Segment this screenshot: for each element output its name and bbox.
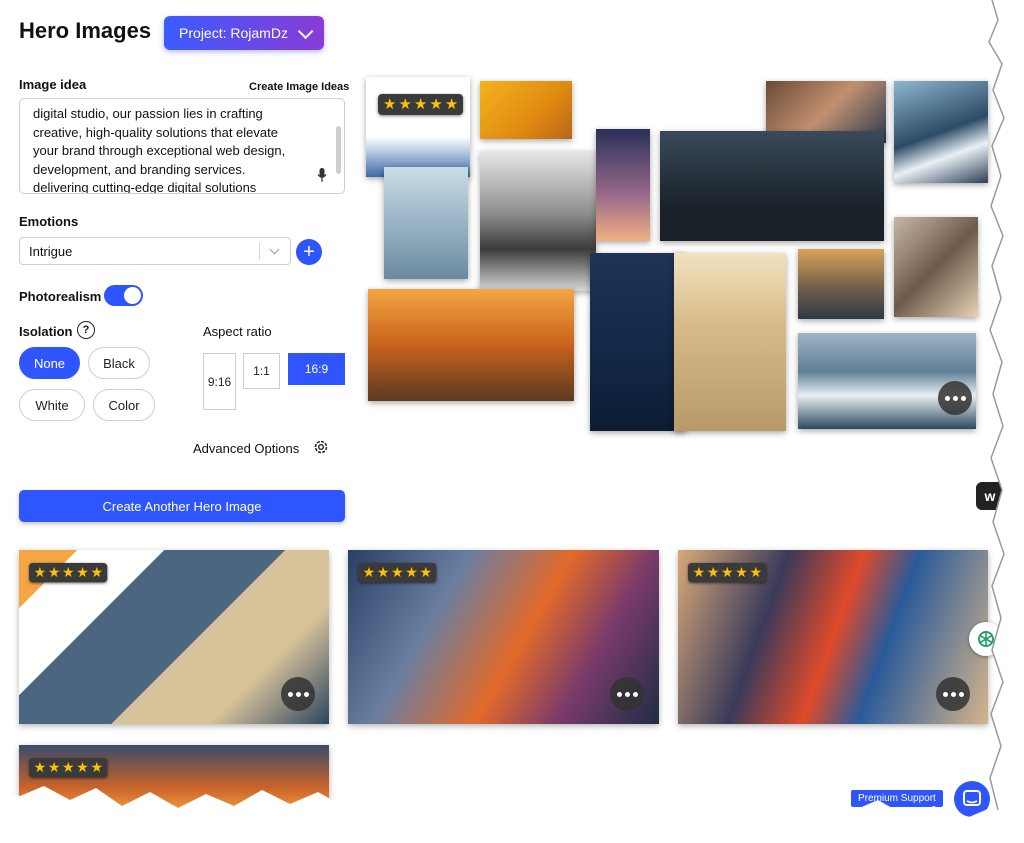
page-title: Hero Images bbox=[19, 18, 152, 43]
more-options-button[interactable] bbox=[610, 677, 644, 711]
mic-icon[interactable] bbox=[317, 168, 327, 182]
star-icon: ★ bbox=[391, 564, 404, 581]
isolation-label: Isolation bbox=[19, 324, 73, 339]
star-icon: ★ bbox=[749, 564, 762, 581]
more-options-button[interactable] bbox=[936, 677, 970, 711]
isolation-color-button[interactable]: Color bbox=[93, 389, 155, 421]
rating-badge: ★ ★ ★ ★ ★ bbox=[688, 563, 767, 583]
collage-tile-sunset bbox=[596, 129, 650, 241]
chat-icon bbox=[963, 790, 981, 806]
rating-badge: ★ ★ ★ ★ ★ bbox=[29, 758, 108, 778]
chatgpt-glyph bbox=[978, 631, 994, 647]
star-icon: ★ bbox=[429, 96, 443, 113]
chevron-down-icon bbox=[269, 244, 280, 255]
add-emotion-button[interactable]: + bbox=[296, 239, 322, 265]
isolation-white-button[interactable]: White bbox=[19, 389, 85, 421]
star-icon: ★ bbox=[33, 564, 46, 581]
isolation-none-button[interactable]: None bbox=[19, 347, 80, 379]
star-icon: ★ bbox=[33, 759, 46, 776]
result-card-drone[interactable]: ★ ★ ★ ★ ★ bbox=[19, 745, 329, 815]
plus-icon: + bbox=[303, 241, 315, 263]
rating-badge: ★ ★ ★ ★ ★ bbox=[29, 563, 108, 583]
textarea-line: development, and branding services. bbox=[33, 161, 246, 177]
aspect-ratio-label: Aspect ratio bbox=[203, 324, 272, 339]
textarea-scrollbar[interactable] bbox=[336, 126, 341, 174]
chevron-down-icon bbox=[297, 23, 314, 39]
project-selector-button[interactable]: Project: RojamDz bbox=[164, 16, 324, 50]
collage-tile-ship bbox=[660, 131, 884, 241]
star-icon: ★ bbox=[405, 564, 418, 581]
collage-tile-beach bbox=[674, 253, 786, 431]
photorealism-toggle[interactable] bbox=[104, 285, 143, 306]
star-icon: ★ bbox=[706, 564, 720, 581]
emotions-select[interactable]: Intrigue bbox=[19, 237, 291, 265]
chatgpt-icon[interactable] bbox=[969, 622, 1003, 656]
star-icon: ★ bbox=[398, 96, 412, 113]
project-selector-label: Project: RojamDz bbox=[179, 25, 288, 41]
star-icon: ★ bbox=[419, 564, 432, 581]
image-idea-textarea[interactable]: digital studio, our passion lies in craf… bbox=[19, 98, 345, 194]
collage-tile-city bbox=[798, 249, 884, 319]
textarea-line: your brand through exceptional web desig… bbox=[33, 143, 286, 158]
star-icon: ★ bbox=[692, 564, 705, 581]
rating-badge: ★ ★ ★ ★ ★ bbox=[378, 94, 464, 115]
star-icon: ★ bbox=[47, 759, 61, 776]
textarea-line: digital studio, our passion lies in craf… bbox=[33, 106, 263, 121]
emotions-selected-value: Intrigue bbox=[29, 243, 73, 259]
star-icon: ★ bbox=[47, 564, 61, 581]
premium-support-badge[interactable]: Premium Support bbox=[851, 790, 943, 807]
collage-tile-food bbox=[366, 77, 470, 177]
star-icon: ★ bbox=[62, 564, 75, 581]
star-icon: ★ bbox=[444, 96, 459, 113]
more-options-icon bbox=[287, 691, 293, 697]
create-another-hero-image-button[interactable]: Create Another Hero Image bbox=[19, 490, 345, 522]
collage-tile-oranges bbox=[480, 81, 572, 139]
star-icon: ★ bbox=[76, 564, 89, 581]
result-card-collage[interactable]: ★ ★ ★ ★ ★ bbox=[19, 550, 329, 724]
more-options-icon bbox=[616, 691, 622, 697]
star-icon: ★ bbox=[62, 759, 75, 776]
textarea-line: delivering cutting-edge digital solution… bbox=[33, 180, 257, 194]
emotions-label: Emotions bbox=[19, 214, 79, 229]
collage-tile-road bbox=[368, 289, 574, 401]
collage-tile-mountain bbox=[480, 151, 596, 291]
result-card-tech[interactable]: ★ ★ ★ ★ ★ bbox=[678, 550, 988, 724]
star-icon: ★ bbox=[721, 564, 734, 581]
star-icon: ★ bbox=[362, 564, 375, 581]
photorealism-label: Photorealism bbox=[19, 289, 102, 304]
advanced-options-link[interactable]: Advanced Options bbox=[193, 441, 299, 456]
hero-image-collage[interactable]: ★ ★ ★ ★ ★ bbox=[366, 77, 988, 431]
more-options-icon bbox=[944, 395, 950, 401]
more-options-button[interactable] bbox=[938, 381, 972, 415]
result-card-balloon[interactable]: ★ ★ ★ ★ ★ bbox=[348, 550, 659, 724]
aspect-9-16-button[interactable]: 9:16 bbox=[203, 353, 236, 410]
aspect-16-9-button[interactable]: 16:9 bbox=[288, 353, 345, 385]
textarea-line: creative, high-quality solutions that el… bbox=[33, 124, 278, 140]
more-options-button[interactable] bbox=[281, 677, 315, 711]
create-image-ideas-link[interactable]: Create Image Ideas bbox=[249, 81, 349, 93]
collage-tile-seagull bbox=[590, 253, 686, 431]
chat-button[interactable] bbox=[954, 781, 990, 817]
more-options-icon bbox=[942, 691, 948, 697]
gear-icon[interactable] bbox=[313, 439, 329, 455]
star-icon: ★ bbox=[90, 759, 103, 776]
star-icon: ★ bbox=[413, 96, 428, 113]
toggle-knob bbox=[124, 287, 141, 304]
collage-tile-couple bbox=[894, 217, 978, 317]
collage-tile-man bbox=[384, 167, 468, 279]
image-idea-label: Image idea bbox=[19, 77, 87, 92]
star-icon: ★ bbox=[90, 564, 103, 581]
side-widget-icon[interactable]: w bbox=[976, 482, 1004, 510]
select-separator bbox=[259, 243, 260, 260]
star-icon: ★ bbox=[383, 96, 397, 113]
aspect-1-1-button[interactable]: 1:1 bbox=[243, 353, 280, 389]
star-icon: ★ bbox=[376, 564, 390, 581]
help-icon[interactable]: ? bbox=[77, 321, 95, 339]
collage-tile-waves bbox=[894, 81, 988, 183]
rating-badge: ★ ★ ★ ★ ★ bbox=[358, 563, 437, 583]
star-icon: ★ bbox=[76, 759, 89, 776]
isolation-black-button[interactable]: Black bbox=[88, 347, 150, 379]
star-icon: ★ bbox=[735, 564, 748, 581]
